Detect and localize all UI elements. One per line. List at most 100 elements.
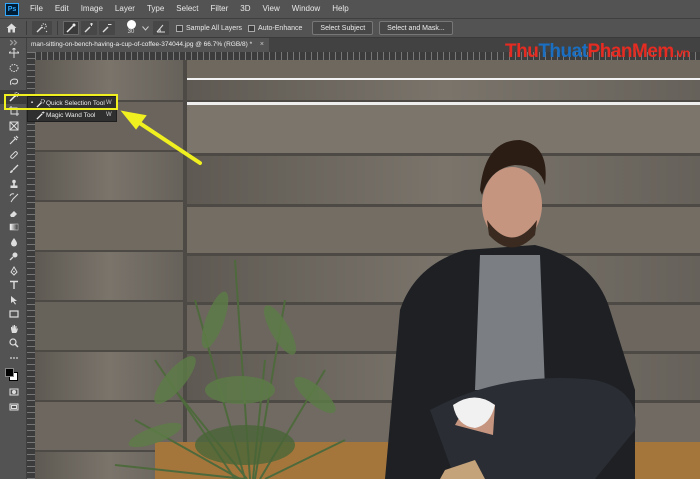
chevron-down-icon[interactable] [142,25,149,31]
type-icon [9,281,18,290]
eraser-tool[interactable] [0,206,27,221]
marquee-icon [9,63,18,72]
quick-mask-button[interactable] [0,385,27,400]
more-icon [9,356,18,359]
hand-icon [10,324,18,333]
path-selection-tool[interactable] [0,293,27,308]
flyout-item-label: Magic Wand Tool [46,111,96,119]
stamp-icon [10,179,17,188]
color-swatches[interactable] [0,365,27,385]
move-icon [8,48,19,59]
menu-file[interactable]: File [24,0,49,18]
eraser-icon [9,210,17,217]
checkbox-box[interactable] [176,24,183,32]
add-to-selection-button[interactable] [81,21,97,35]
shortcut-key: W [106,112,112,118]
dodge-icon [9,252,17,261]
clone-stamp-tool[interactable] [0,177,27,192]
divider [26,21,27,35]
menu-layer[interactable]: Layer [109,0,141,18]
menu-window[interactable]: Window [286,0,326,18]
quick-selection-brush-icon [36,23,48,33]
magic-wand-icon [36,110,45,120]
history-brush-icon [9,193,18,203]
quick-mask-icon [9,388,18,396]
document-canvas[interactable] [35,60,700,479]
auto-enhance-checkbox[interactable]: Auto-Enhance [248,24,303,32]
edit-toolbar-button[interactable] [0,351,27,366]
photo [35,60,700,479]
brush-new-icon [66,23,76,33]
history-brush-tool[interactable] [0,191,27,206]
rectangle-tool[interactable] [0,307,27,322]
double-chevron-icon [9,39,17,46]
screen-mode-button[interactable] [0,400,27,415]
lasso-icon [9,78,18,86]
divider [57,21,58,35]
photoshop-logo: Ps [5,2,19,16]
screen-mode-icon [9,403,18,411]
type-tool[interactable] [0,278,27,293]
subtract-from-selection-button[interactable] [99,21,115,35]
angle-icon [156,24,165,33]
brush-size-value: 30 [127,29,135,35]
dodge-tool[interactable] [0,249,27,264]
foreground-color-swatch[interactable] [5,368,14,377]
options-bar: 30 Sample All Layers Auto-Enhance Select… [0,18,700,38]
select-and-mask-button[interactable]: Select and Mask... [379,21,453,35]
home-button[interactable] [0,19,22,37]
hand-tool[interactable] [0,322,27,337]
auto-enhance-label: Auto-Enhance [258,24,303,32]
toolbar-collapse-handle[interactable] [0,38,27,46]
pen-tool[interactable] [0,264,27,279]
path-arrow-icon [10,295,17,305]
fence-left-planks [35,60,183,479]
home-icon [6,23,16,33]
brush-size-picker[interactable]: 30 [120,20,142,36]
eyedropper-tool[interactable] [0,133,27,148]
document-tab[interactable]: man-sitting-on-bench-having-a-cup-of-cof… [27,38,269,52]
sample-all-layers-checkbox[interactable]: Sample All Layers [176,24,243,32]
tool-preset-picker[interactable] [32,21,52,35]
marquee-tool[interactable] [0,61,27,76]
eyedropper-icon [9,135,18,145]
frame-tool[interactable] [0,119,27,134]
gradient-icon [9,224,18,231]
healing-brush-tool[interactable] [0,148,27,163]
brush-subtract-icon [102,24,112,33]
brush-tool[interactable] [0,162,27,177]
menu-3d[interactable]: 3D [234,0,256,18]
pen-icon [9,265,18,276]
select-subject-button[interactable]: Select Subject [312,21,374,35]
zoom-tool[interactable] [0,336,27,351]
annotation-highlight-box [4,94,118,110]
menu-help[interactable]: Help [326,0,354,18]
sample-all-layers-label: Sample All Layers [186,24,243,32]
menu-type[interactable]: Type [141,0,170,18]
close-tab-icon[interactable]: × [260,38,264,52]
zoom-icon [8,338,19,348]
frame-icon [9,121,18,131]
brush-preview [126,20,136,29]
flyout-item-magic-wand[interactable]: Magic Wand Tool W [28,109,116,121]
angle-settings-button[interactable] [153,21,169,35]
document-tab-title: man-sitting-on-bench-having-a-cup-of-cof… [31,41,253,48]
menu-filter[interactable]: Filter [205,0,235,18]
blur-tool[interactable] [0,235,27,250]
menu-image[interactable]: Image [75,0,109,18]
site-watermark: ThuThuatPhanMem.vn [505,41,690,62]
bandage-icon [9,150,18,159]
menu-select[interactable]: Select [170,0,204,18]
droplet-icon [10,237,17,247]
menu-bar: Ps File Edit Image Layer Type Select Fil… [0,0,700,18]
menu-edit[interactable]: Edit [49,0,75,18]
menu-view[interactable]: View [257,0,286,18]
brush-add-icon [84,23,93,33]
move-tool[interactable] [0,46,27,61]
brush-icon [9,164,18,174]
gradient-tool[interactable] [0,220,27,235]
rectangle-icon [8,310,19,318]
checkbox-box[interactable] [248,24,256,32]
new-selection-button[interactable] [63,21,79,35]
lasso-tool[interactable] [0,75,27,90]
